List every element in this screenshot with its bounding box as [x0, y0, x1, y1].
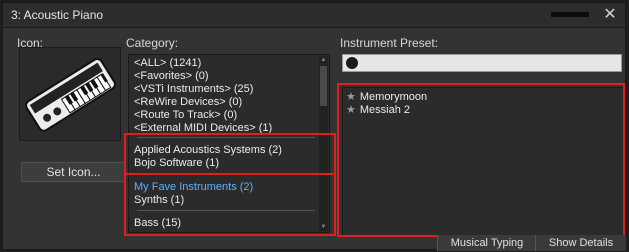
- category-item[interactable]: Applied Acoustics Systems (2): [134, 144, 282, 156]
- category-label: Category:: [126, 36, 179, 50]
- search-icon: [346, 57, 358, 69]
- star-icon[interactable]: ★: [346, 104, 356, 116]
- musical-typing-button[interactable]: Musical Typing: [437, 235, 536, 251]
- category-item[interactable]: <External MIDI Devices> (1): [134, 122, 272, 134]
- preset-item-label: Memorymoon: [359, 91, 428, 103]
- category-scrollbar[interactable]: ▲ ▼: [319, 56, 328, 231]
- preset-item[interactable]: ★ Messiah 2: [346, 103, 410, 116]
- preset-item[interactable]: ★ Memorymoon: [346, 90, 427, 103]
- show-details-button[interactable]: Show Details: [535, 235, 626, 251]
- title-bar: 3: Acoustic Piano ✕: [3, 3, 625, 28]
- category-item-selected[interactable]: My Fave Instruments (2): [134, 181, 253, 193]
- title-bar-grip: [551, 12, 589, 17]
- scroll-thumb[interactable]: [320, 66, 327, 106]
- category-item[interactable]: <Favorites> (0): [134, 70, 209, 82]
- set-icon-button[interactable]: Set Icon...: [21, 162, 126, 182]
- preset-item-label: Messiah 2: [359, 104, 411, 116]
- category-item[interactable]: <VSTi Instruments> (25): [134, 83, 253, 95]
- window-title: 3: Acoustic Piano: [11, 8, 104, 22]
- category-list[interactable]: <ALL> (1241) <Favorites> (0) <VSTi Instr…: [128, 54, 330, 233]
- category-divider: [137, 173, 315, 174]
- category-item[interactable]: <ALL> (1241): [134, 57, 201, 69]
- preset-search-field[interactable]: [342, 54, 622, 72]
- instrument-browser-window: 3: Acoustic Piano ✕ Icon: Category: Inst…: [2, 2, 626, 251]
- preset-search-input[interactable]: [361, 55, 619, 71]
- star-icon[interactable]: ★: [346, 91, 356, 103]
- scroll-up-icon[interactable]: ▲: [319, 56, 328, 64]
- category-divider: [137, 137, 315, 138]
- category-item[interactable]: <Route To Track> (0): [134, 109, 237, 121]
- category-divider: [137, 210, 315, 211]
- preset-label: Instrument Preset:: [340, 36, 439, 50]
- category-item[interactable]: Synths (1): [134, 194, 184, 206]
- synth-keyboard-icon: [25, 58, 116, 132]
- instrument-icon-preview: [19, 47, 121, 141]
- category-item[interactable]: Bass (15): [134, 217, 181, 229]
- category-item[interactable]: Bojo Software (1): [134, 157, 219, 169]
- close-icon[interactable]: ✕: [601, 6, 619, 24]
- category-item[interactable]: <ReWire Devices> (0): [134, 96, 242, 108]
- preset-list[interactable]: ★ Memorymoon ★ Messiah 2: [342, 87, 624, 237]
- scroll-down-icon[interactable]: ▼: [319, 223, 328, 231]
